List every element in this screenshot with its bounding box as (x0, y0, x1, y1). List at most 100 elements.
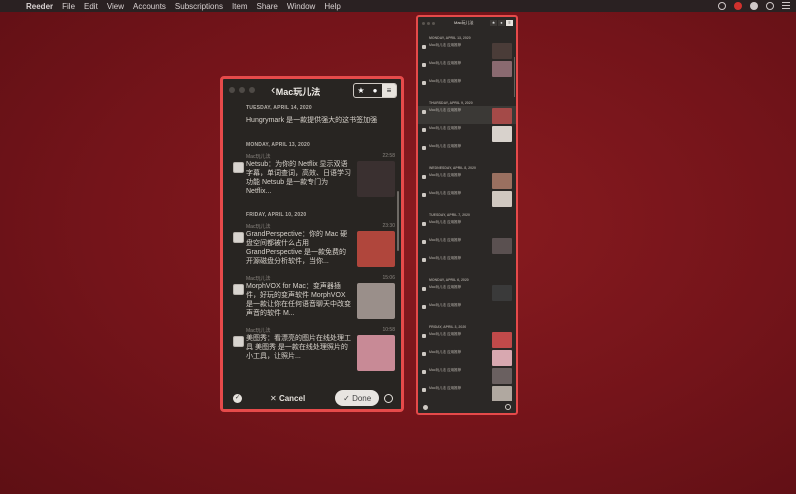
article-thumbnail (357, 283, 395, 319)
article-thumbnail (357, 335, 395, 371)
article-row[interactable]: Mac玩儿法 应用推荐 (418, 283, 516, 301)
article-row[interactable]: Mac玩儿法 应用推荐 (418, 366, 516, 384)
date-header: FRIDAY, APRIL 3, 2020 (429, 325, 467, 329)
select-checkbox[interactable] (422, 193, 426, 197)
select-checkbox[interactable] (422, 334, 426, 338)
article-thumbnail (492, 126, 512, 142)
zoom-window-button[interactable] (432, 22, 435, 25)
article-title: Netsub：为你的 Netflix 显示双语字幕，单词查词，高效、日语学习功能… (246, 161, 351, 195)
siri-icon[interactable] (766, 2, 774, 10)
article-row[interactable]: Mac玩儿法 15:06 MorphVOX for Mac：变声器插件，好玩的变… (223, 272, 401, 324)
unread-filter-button[interactable]: ● (368, 84, 382, 97)
article-row[interactable]: Hungrymark 是一款提供强大的这书签加强 (223, 113, 401, 128)
article-thumbnail (492, 108, 512, 124)
article-title: Mac玩儿法 应用推荐 (429, 43, 462, 47)
cancel-label: Cancel (278, 393, 306, 403)
date-header: WEDNESDAY, APRIL 8, 2020 (429, 166, 476, 170)
menu-app-name[interactable]: Reeder (26, 2, 53, 11)
search-icon[interactable] (505, 404, 511, 410)
select-checkbox[interactable] (422, 63, 426, 67)
article-row[interactable]: Mac玩儿法 应用推荐 (418, 142, 516, 160)
record-icon[interactable] (734, 2, 742, 10)
menu-subscriptions[interactable]: Subscriptions (175, 2, 223, 11)
select-checkbox[interactable] (233, 232, 244, 243)
menu-accounts[interactable]: Accounts (133, 2, 166, 11)
all-filter-button[interactable]: ≡ (506, 20, 513, 26)
minimize-window-button[interactable] (427, 22, 430, 25)
article-row[interactable]: Mac玩儿法 应用推荐 (418, 301, 516, 319)
article-title: Hungrymark 是一款提供强大的这书签加强 (246, 117, 378, 124)
article-row[interactable]: Mac玩儿法 应用推荐 (418, 348, 516, 366)
article-row[interactable]: Mac玩儿法 22:58 Netsub：为你的 Netflix 显示双语字幕，单… (223, 150, 401, 202)
article-row[interactable]: Mac玩儿法 应用推荐 (418, 236, 516, 254)
menu-share[interactable]: Share (257, 2, 278, 11)
starred-filter-button[interactable]: ★ (354, 84, 368, 97)
select-checkbox[interactable] (422, 240, 426, 244)
close-window-button[interactable] (422, 22, 425, 25)
starred-filter-button[interactable]: ★ (490, 20, 497, 26)
article-row[interactable]: Mac玩儿法 应用推荐 (418, 124, 516, 142)
menu-file[interactable]: File (62, 2, 75, 11)
cloud-icon[interactable] (718, 2, 726, 10)
select-checkbox[interactable] (422, 370, 426, 374)
mark-all-read-icon[interactable]: ✓ (233, 393, 242, 403)
select-checkbox[interactable] (422, 388, 426, 392)
all-filter-button[interactable]: ≡ (382, 84, 396, 97)
status-tray (718, 0, 790, 12)
select-checkbox[interactable] (422, 110, 426, 114)
article-thumbnail (492, 61, 512, 77)
menu-edit[interactable]: Edit (84, 2, 98, 11)
article-thumbnail (492, 350, 512, 366)
article-row[interactable]: Mac玩儿法 应用推荐 (418, 171, 516, 189)
bottom-toolbar: ✓ ✕ Cancel ✓ Done (223, 387, 401, 409)
article-title: Mac玩儿法 应用推荐 (429, 386, 462, 390)
select-checkbox[interactable] (422, 287, 426, 291)
scrollbar[interactable] (397, 191, 399, 251)
cancel-button[interactable]: ✕ Cancel (270, 394, 305, 403)
select-checkbox[interactable] (422, 258, 426, 262)
article-row[interactable]: Mac玩儿法 应用推荐 (418, 189, 516, 207)
select-checkbox[interactable] (422, 81, 426, 85)
compact-scrollbar[interactable] (514, 57, 515, 97)
reader-window-compact: Mac玩儿法 ★ ● ≡ MONDAY, APRIL 13, 2020 Mac玩儿… (416, 15, 518, 415)
unread-filter-button[interactable]: ● (498, 20, 505, 26)
article-list[interactable]: TUESDAY, APRIL 14, 2020 Hungrymark 是一款提供… (223, 101, 401, 387)
control-center-icon[interactable] (782, 2, 790, 10)
article-row[interactable]: Mac玩儿法 23:30 GrandPerspective：你的 Mac 硬盘空… (223, 220, 401, 272)
article-source: Mac玩儿法 (246, 154, 271, 160)
select-checkbox[interactable] (233, 336, 244, 347)
article-row[interactable]: Mac玩儿法 应用推荐 (418, 330, 516, 348)
select-checkbox[interactable] (422, 305, 426, 309)
article-row[interactable]: Mac玩儿法 应用推荐 (418, 59, 516, 77)
select-checkbox[interactable] (233, 162, 244, 173)
user-icon[interactable] (750, 2, 758, 10)
done-button[interactable]: ✓ Done (335, 390, 380, 406)
menu-view[interactable]: View (107, 2, 124, 11)
menu-help[interactable]: Help (324, 2, 340, 11)
article-row[interactable]: Mac玩儿法 应用推荐 (418, 384, 516, 401)
article-row[interactable]: Mac玩儿法 应用推荐 (418, 254, 516, 272)
article-title: Mac玩儿法 应用推荐 (429, 238, 462, 242)
article-title: Mac玩儿法 应用推荐 (429, 256, 462, 260)
article-row[interactable]: Mac玩儿法 应用推荐 (418, 218, 516, 236)
select-checkbox[interactable] (422, 146, 426, 150)
select-checkbox[interactable] (233, 284, 244, 295)
compact-article-list[interactable]: MONDAY, APRIL 13, 2020 Mac玩儿法 应用推荐 Mac玩儿法 … (418, 30, 516, 401)
checkmark-icon: ✓ (343, 393, 350, 403)
article-row[interactable]: Mac玩儿法 10:58 美图秀：看漂亮的图片在线处理工具 美图秀 是一款在线处… (223, 324, 401, 376)
article-row[interactable]: Mac玩儿法 应用推荐 (418, 106, 516, 124)
select-checkbox[interactable] (422, 175, 426, 179)
date-header: MONDAY, APRIL 13, 2020 (429, 36, 471, 40)
select-checkbox[interactable] (422, 128, 426, 132)
article-title: Mac玩儿法 应用推荐 (429, 79, 462, 83)
menu-bar: Reeder File Edit View Accounts Subscript… (0, 0, 796, 12)
article-row[interactable]: Mac玩儿法 应用推荐 (418, 77, 516, 95)
menu-item[interactable]: Item (232, 2, 248, 11)
article-row[interactable]: Mac玩儿法 应用推荐 (418, 41, 516, 59)
mark-all-read-icon[interactable] (423, 404, 428, 410)
search-icon[interactable] (384, 393, 393, 403)
select-checkbox[interactable] (422, 45, 426, 49)
menu-window[interactable]: Window (287, 2, 315, 11)
select-checkbox[interactable] (422, 222, 426, 226)
select-checkbox[interactable] (422, 352, 426, 356)
